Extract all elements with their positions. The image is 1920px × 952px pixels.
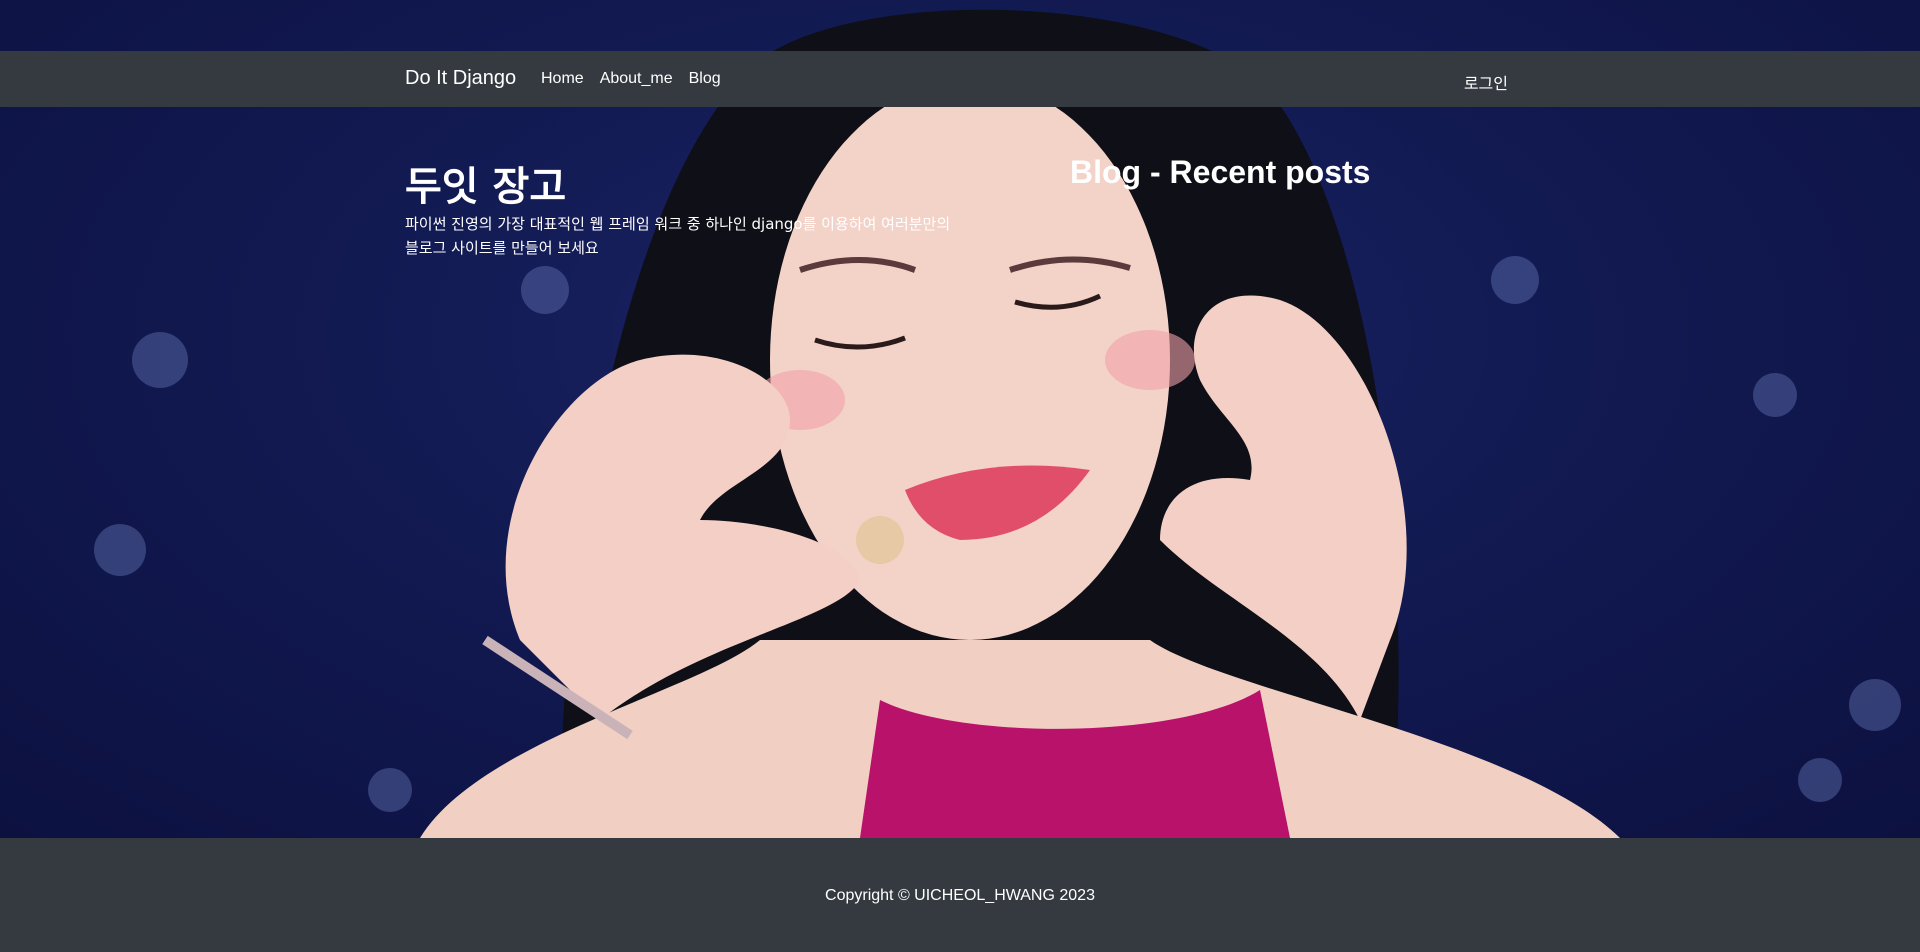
nav-link-home[interactable]: Home xyxy=(541,70,584,88)
brand-link[interactable]: Do It Django xyxy=(405,67,516,90)
copyright-text: Copyright © UICHEOL_HWANG 2023 xyxy=(825,887,1095,904)
nav-links: Home About_me Blog xyxy=(541,70,721,88)
footer: Copyright © UICHEOL_HWANG 2023 xyxy=(0,838,1920,952)
nav-link-blog[interactable]: Blog xyxy=(689,70,721,88)
hero-title: 두잇 장고 xyxy=(405,164,567,210)
navbar: Do It Django Home About_me Blog 로그인 xyxy=(0,51,1920,107)
hero-photo xyxy=(94,9,1901,838)
nav-link-about-me[interactable]: About_me xyxy=(600,70,673,88)
recent-posts-title: Blog - Recent posts xyxy=(1070,154,1371,190)
hero-background-image xyxy=(0,0,1920,838)
hero-description: 파이썬 진영의 가장 대표적인 웹 프레임 워크 중 하나인 django를 이… xyxy=(405,215,951,257)
login-link[interactable]: 로그인 xyxy=(1464,70,1508,94)
